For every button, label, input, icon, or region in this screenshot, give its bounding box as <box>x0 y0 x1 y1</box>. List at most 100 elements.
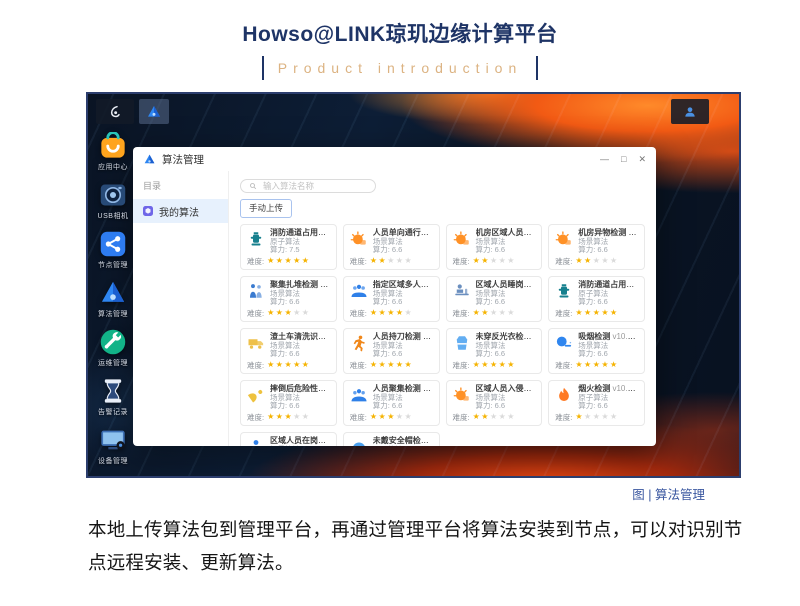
algorithm-version: v10.17_6.3 <box>612 384 638 393</box>
difficulty-label: 难度: <box>453 360 470 371</box>
dock-item-label: 应用中心 <box>98 162 128 172</box>
difficulty-stars: ★★★★★ <box>267 361 310 369</box>
window-title: 算法管理 <box>162 152 204 167</box>
algorithm-card[interactable]: 摔倒后危险性的可能性判断 ... 场景算法 算力: 6.6 难度: ★★★★★ <box>240 380 337 426</box>
algorithm-card-grid: 消防通道占用识别 v10.18_6.3 原子算法 算力: 7.5 难度: ★★★… <box>240 224 645 446</box>
dock-item[interactable]: 节点管理 <box>98 230 128 270</box>
sidebar-item-my-algorithms[interactable]: 我的算法 <box>133 199 228 223</box>
manual-upload-button[interactable]: 手动上传 <box>240 199 292 218</box>
algorithm-power: 算力: 6.6 <box>373 246 433 255</box>
dock-item[interactable]: 算法管理 <box>98 279 128 319</box>
algorithm-triangle-icon[interactable] <box>139 99 169 124</box>
two-people-icon <box>247 282 265 300</box>
alert-lock-icon <box>350 230 368 248</box>
algorithm-name: 渣土车清洗识别 <box>270 332 326 341</box>
dock-item-label: USB相机 <box>98 211 129 221</box>
algorithm-card[interactable]: 人员聚集检测 v10.17_6.3 场景算法 算力: 6.6 难度: ★★★★★ <box>343 380 440 426</box>
dock-item[interactable]: 设备管理 <box>98 426 128 466</box>
algorithm-name: 区域人员在岗离岗检测 <box>270 436 330 445</box>
alert-lock-icon <box>453 230 471 248</box>
algorithm-power: 算力: 6.6 <box>578 246 638 255</box>
fire-hydrant-icon <box>247 230 265 248</box>
algorithm-card[interactable]: 渣土车清洗识别 v10.13_6.3 场景算法 算力: 6.6 难度: ★★★★… <box>240 328 337 374</box>
algorithm-card[interactable]: 人员单向通行检测 v10.24_6.3 场景算法 算力: 6.6 难度: ★★★… <box>343 224 440 270</box>
difficulty-stars: ★★★★★ <box>267 257 310 265</box>
difficulty-label: 难度: <box>247 360 264 371</box>
close-button[interactable]: ✕ <box>638 155 646 164</box>
algorithm-card[interactable]: 区域人员在岗离岗检测 v10... 场景算法 算力: 6.6 难度: ★★★★★ <box>240 432 337 446</box>
dock-item[interactable]: USB相机 <box>98 181 129 221</box>
howso-logo-icon[interactable] <box>96 99 134 124</box>
dock-item[interactable]: 告警记录 <box>98 377 128 417</box>
purple-cube-icon <box>142 205 154 217</box>
dock-item[interactable]: 应用中心 <box>98 132 128 172</box>
algorithm-card[interactable]: 烟火检测 v10.17_6.3 原子算法 算力: 6.6 难度: ★★★★★ <box>548 380 645 426</box>
algorithm-card[interactable]: 机房异物检测 v10.24_6.3 场景算法 算力: 6.6 难度: ★★★★★ <box>548 224 645 270</box>
algorithm-name: 未戴安全帽检测 <box>373 436 429 445</box>
window-controls: — □ ✕ <box>600 155 646 164</box>
difficulty-stars: ★★★★★ <box>370 257 413 265</box>
algorithm-name: 区域人员入侵检测 <box>476 384 536 393</box>
algorithm-version: v10.12_6.3 <box>431 436 433 445</box>
algorithm-card[interactable]: 区域人员睡岗检测 v10.18_6.3 场景算法 算力: 6.6 难度: ★★★… <box>446 276 543 322</box>
algorithm-manager-window: 算法管理 — □ ✕ 目录 我的算法 手动上传 <box>133 147 656 446</box>
device-monitor-icon <box>99 426 127 454</box>
algorithm-card[interactable]: 消防通道占用识别 v10.19_6.3 原子算法 算力: 6.6 难度: ★★★… <box>548 276 645 322</box>
algorithm-card[interactable]: 未穿反光衣检测 v10.12_6.3 场景算法 算力: 6.6 难度: ★★★★… <box>446 328 543 374</box>
algorithm-version: v10.12_6.3 <box>534 332 536 341</box>
difficulty-label: 难度: <box>453 412 470 423</box>
algorithm-power: 算力: 6.6 <box>270 298 330 307</box>
window-titlebar: 算法管理 — □ ✕ <box>133 147 656 171</box>
difficulty-stars: ★★★★★ <box>267 309 310 317</box>
difficulty-label: 难度: <box>350 412 367 423</box>
user-avatar-icon[interactable] <box>671 99 709 124</box>
algorithm-name: 消防通道占用识别 <box>578 280 638 289</box>
product-screenshot: 应用中心 USB相机 节点管理 算法管理 运维管理 告警记录 设备管理 算法管理… <box>86 92 741 478</box>
algorithm-name: 摔倒后危险性的可能性判断 <box>270 384 330 393</box>
algorithm-card[interactable]: 指定区域多人聚集检测 v10... 场景算法 算力: 6.6 难度: ★★★★★ <box>343 276 440 322</box>
algorithm-power: 算力: 6.6 <box>578 350 638 359</box>
flame-icon <box>555 386 573 404</box>
desktop-taskbar <box>96 99 169 124</box>
algorithm-card[interactable]: 区域人员入侵检测 v10.17_6... 场景算法 算力: 6.6 难度: ★★… <box>446 380 543 426</box>
difficulty-stars: ★★★★★ <box>473 361 516 369</box>
truck-icon <box>247 334 265 352</box>
algorithm-name: 人员聚集检测 <box>373 384 421 393</box>
maximize-button[interactable]: □ <box>621 155 626 164</box>
algorithm-power: 算力: 6.6 <box>270 402 330 411</box>
sidebar-item-label: 我的算法 <box>159 204 199 219</box>
search-icon <box>249 182 257 190</box>
falling-person-icon <box>247 386 265 404</box>
safety-vest-icon <box>453 334 471 352</box>
person-desk-icon <box>453 282 471 300</box>
algorithm-version: v10.24_6.3 <box>628 228 638 237</box>
algorithm-card[interactable]: 吸烟检测 v10.13_6.3 场景算法 算力: 6.6 难度: ★★★★★ <box>548 328 645 374</box>
algorithm-card[interactable]: 消防通道占用识别 v10.18_6.3 原子算法 算力: 7.5 难度: ★★★… <box>240 224 337 270</box>
dock-item[interactable]: 运维管理 <box>98 328 128 368</box>
algorithm-card[interactable]: 未戴安全帽检测 v10.12_6.3 原子算法 算力: 6.6 难度: ★★★★… <box>343 432 440 446</box>
difficulty-label: 难度: <box>247 308 264 319</box>
minimize-button[interactable]: — <box>600 155 609 164</box>
algorithm-name: 烟火检测 <box>578 384 610 393</box>
algorithm-card[interactable]: 人员持刀检测 v10.12_6.3 场景算法 算力: 6.6 难度: ★★★★★ <box>343 328 440 374</box>
dock-item-label: 告警记录 <box>98 407 128 417</box>
subtitle-right-bar <box>536 56 538 80</box>
window-sidebar: 目录 我的算法 <box>133 171 229 446</box>
dock-item-label: 算法管理 <box>98 309 128 319</box>
search-input[interactable] <box>261 180 367 192</box>
difficulty-stars: ★★★★★ <box>575 361 618 369</box>
algorithm-card[interactable]: 机房区域人员检测 v10.24_6.3 场景算法 算力: 6.6 难度: ★★★… <box>446 224 543 270</box>
algorithm-power: 算力: 6.6 <box>373 298 433 307</box>
difficulty-label: 难度: <box>247 256 264 267</box>
algorithm-name: 机房异物检测 <box>578 228 626 237</box>
difficulty-stars: ★★★★★ <box>370 413 413 421</box>
figure-caption: 图 | 算法管理 <box>0 484 800 503</box>
subtitle-left-bar <box>262 56 264 80</box>
difficulty-stars: ★★★★★ <box>370 309 413 317</box>
difficulty-stars: ★★★★★ <box>267 413 310 421</box>
algorithm-card[interactable]: 聚集扎堆检测 v10.19_6.3_2 场景算法 算力: 6.6 难度: ★★★… <box>240 276 337 322</box>
algorithm-power: 算力: 6.6 <box>476 350 536 359</box>
dock-item-label: 设备管理 <box>98 456 128 466</box>
sidebar-section-label: 目录 <box>143 179 228 192</box>
crowd-people-icon <box>350 386 368 404</box>
